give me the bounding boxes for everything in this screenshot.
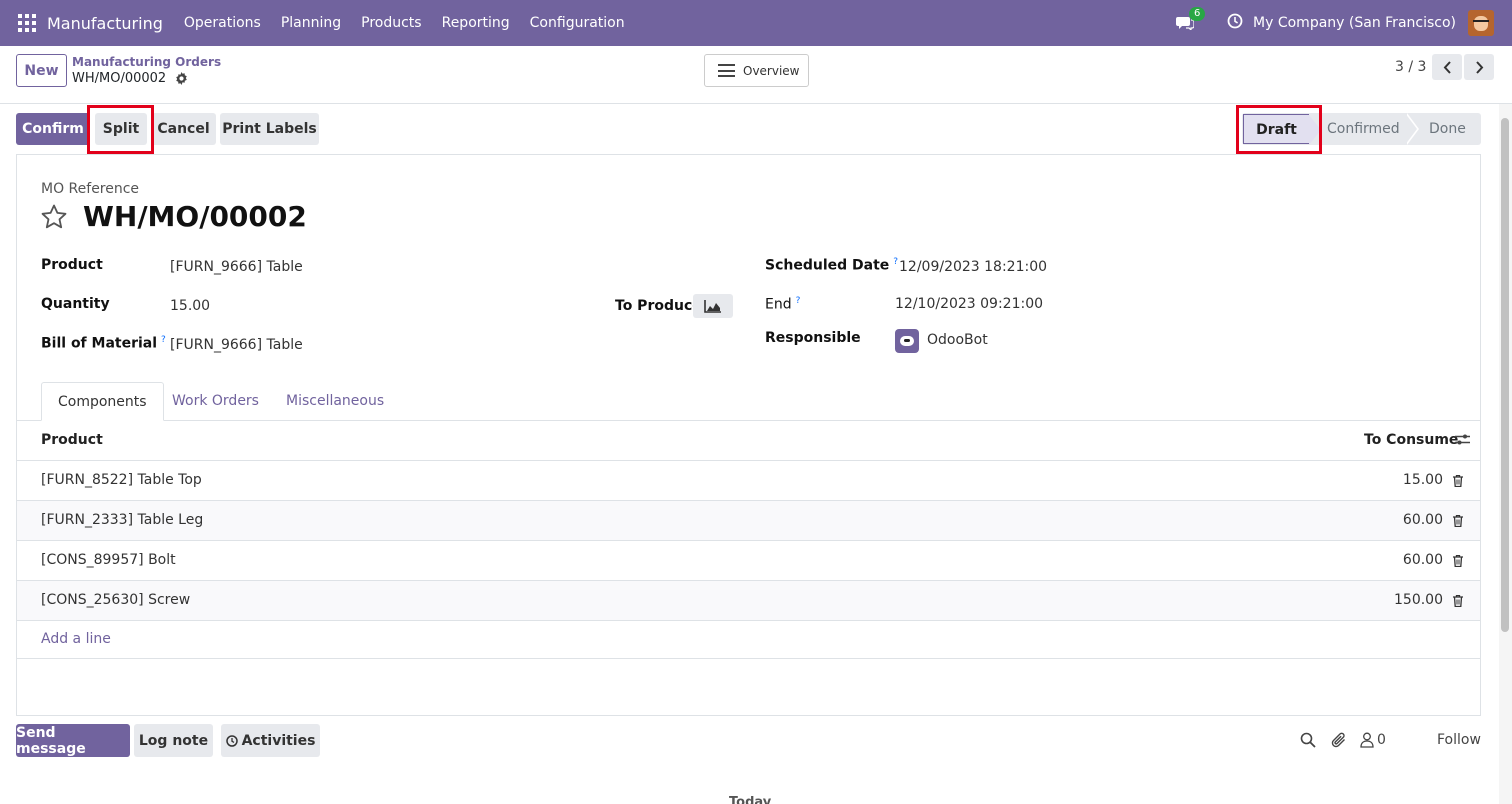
quantity-label: Quantity [41, 296, 110, 312]
menu-configuration[interactable]: Configuration [530, 15, 625, 31]
gear-icon[interactable] [175, 72, 188, 89]
product-value[interactable]: [FURN_9666] Table [170, 259, 303, 275]
top-navbar: Manufacturing Operations Planning Produc… [0, 0, 1512, 46]
scheduled-date-label: Scheduled Date? [765, 257, 899, 274]
menu-reporting[interactable]: Reporting [442, 15, 510, 31]
trash-icon[interactable] [1453, 554, 1463, 568]
company-switcher[interactable]: My Company (San Francisco) [1253, 15, 1456, 31]
paperclip-icon[interactable] [1331, 732, 1347, 752]
responsible-label: Responsible [765, 330, 861, 346]
menu-operations[interactable]: Operations [184, 15, 261, 31]
scheduled-help-icon[interactable]: ? [893, 257, 898, 267]
add-line-link[interactable]: Add a line [41, 631, 111, 647]
tab-components[interactable]: Components [41, 382, 164, 421]
activities-label: Activities [241, 732, 316, 749]
apps-grid-icon[interactable] [18, 14, 36, 32]
optional-columns-icon[interactable] [1455, 433, 1470, 450]
row-product[interactable]: [CONS_25630] Screw [41, 592, 190, 608]
bom-help-icon[interactable]: ? [161, 335, 166, 345]
responsible-value[interactable]: OdooBot [927, 332, 988, 348]
activity-clock-icon[interactable] [1227, 13, 1243, 33]
stage-done[interactable]: Done [1429, 113, 1466, 145]
messages-badge: 6 [1189, 7, 1206, 21]
menu-products[interactable]: Products [361, 15, 421, 31]
trash-icon[interactable] [1453, 594, 1463, 608]
table-row[interactable] [17, 581, 1480, 621]
today-separator: Today [729, 795, 772, 804]
breadcrumb-parent[interactable]: Manufacturing Orders [72, 55, 221, 69]
scrollbar-thumb[interactable] [1501, 118, 1509, 632]
hamburger-icon [718, 64, 735, 77]
print-labels-button[interactable]: Print Labels [220, 113, 319, 145]
highlight-split [87, 105, 154, 154]
tab-miscellaneous[interactable]: Miscellaneous [270, 382, 400, 421]
mo-title: WH/MO/00002 [83, 200, 307, 233]
followers-button[interactable]: 0 [1360, 732, 1386, 748]
search-icon[interactable] [1300, 732, 1316, 752]
form-sheet [16, 154, 1481, 716]
send-message-button[interactable]: Send message [16, 724, 130, 757]
table-row[interactable] [17, 461, 1480, 501]
trash-icon[interactable] [1453, 474, 1463, 488]
chevron-left-icon [1443, 60, 1451, 74]
stage-separator-fill [1405, 113, 1417, 145]
clock-icon [225, 734, 238, 747]
pager-value[interactable]: 3 / 3 [1395, 59, 1426, 75]
messages-icon[interactable]: 6 [1176, 7, 1206, 30]
star-icon[interactable] [40, 203, 68, 237]
user-icon [1360, 732, 1374, 748]
activities-button[interactable]: Activities [221, 724, 320, 757]
end-label: End? [765, 296, 801, 313]
table-bottom-divider [17, 658, 1480, 659]
pager-next-button[interactable] [1464, 54, 1494, 80]
confirm-button[interactable]: Confirm [16, 113, 90, 145]
log-note-button[interactable]: Log note [134, 724, 213, 757]
highlight-draft [1236, 105, 1322, 154]
end-date-value[interactable]: 12/10/2023 09:21:00 [895, 296, 1043, 312]
row-divider [17, 620, 1480, 621]
row-to-consume[interactable]: 150.00 [1343, 592, 1443, 608]
user-avatar[interactable] [1468, 10, 1494, 36]
row-product[interactable]: [FURN_2333] Table Leg [41, 512, 203, 528]
product-label: Product [41, 257, 103, 273]
column-header-to-consume[interactable]: To Consume [1364, 432, 1458, 448]
bom-value[interactable]: [FURN_9666] Table [170, 337, 303, 353]
menu-planning[interactable]: Planning [281, 15, 341, 31]
breadcrumb-current: WH/MO/00002 [72, 71, 167, 86]
area-chart-icon [704, 300, 721, 313]
app-brand[interactable]: Manufacturing [47, 14, 163, 33]
overview-label: Overview [743, 63, 800, 78]
row-product[interactable]: [FURN_8522] Table Top [41, 472, 202, 488]
overview-button[interactable]: Overview [704, 54, 809, 87]
control-panel: New Manufacturing Orders WH/MO/00002 Ove… [0, 46, 1512, 104]
column-header-product[interactable]: Product [41, 432, 103, 448]
row-to-consume[interactable]: 15.00 [1343, 472, 1443, 488]
row-to-consume[interactable]: 60.00 [1343, 552, 1443, 568]
pager-previous-button[interactable] [1432, 54, 1462, 80]
scheduled-date-value[interactable]: 12/09/2023 18:21:00 [899, 259, 1047, 275]
quantity-field[interactable]: 15.00 [170, 298, 210, 314]
forecast-chart-button[interactable] [693, 294, 733, 318]
chevron-right-icon [1475, 60, 1483, 74]
trash-icon[interactable] [1453, 514, 1463, 528]
table-row[interactable] [17, 541, 1480, 581]
followers-count: 0 [1377, 732, 1386, 748]
odoobot-avatar [895, 329, 919, 353]
new-button[interactable]: New [16, 54, 67, 87]
to-produce-label: To Produce [615, 298, 702, 314]
stage-confirmed[interactable]: Confirmed [1327, 113, 1400, 145]
table-row[interactable] [17, 501, 1480, 541]
row-to-consume[interactable]: 60.00 [1343, 512, 1443, 528]
mo-reference-label: MO Reference [41, 181, 140, 197]
row-product[interactable]: [CONS_89957] Bolt [41, 552, 176, 568]
cancel-button[interactable]: Cancel [151, 113, 216, 145]
end-help-icon[interactable]: ? [796, 296, 801, 306]
tab-work-orders[interactable]: Work Orders [156, 382, 275, 421]
bom-label: Bill of Material? [41, 335, 166, 352]
follow-button[interactable]: Follow [1437, 732, 1481, 748]
